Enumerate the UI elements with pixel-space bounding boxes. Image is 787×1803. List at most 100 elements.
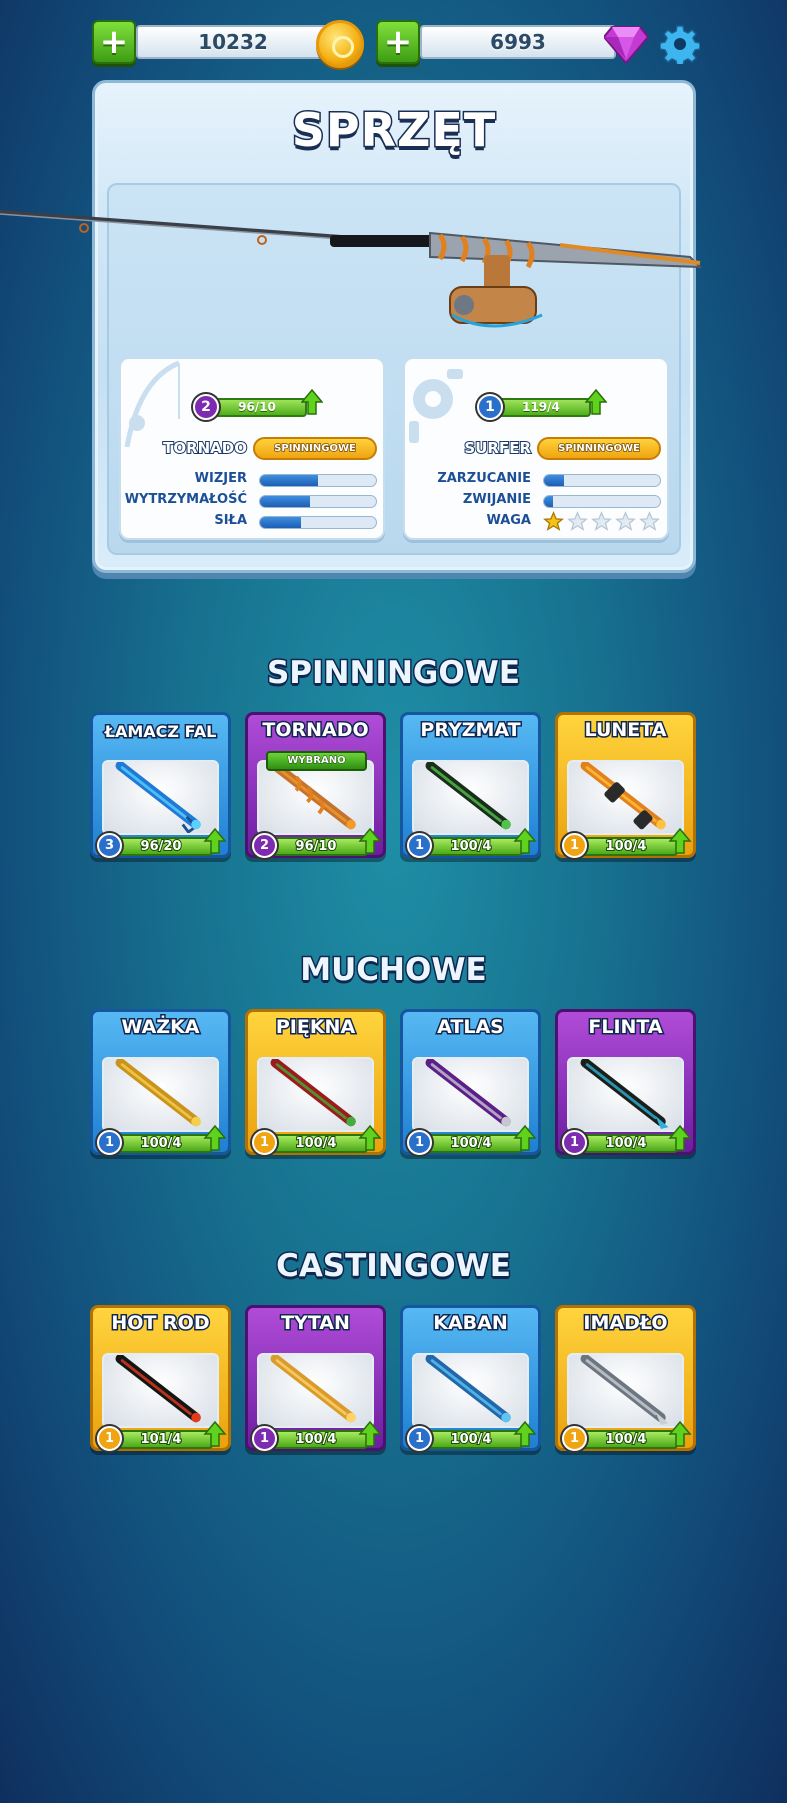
settings-gear-icon[interactable] xyxy=(660,24,700,64)
rod-card-level: 100/4 1 xyxy=(252,1125,382,1156)
rod-card-level: 101/4 1 xyxy=(97,1421,227,1452)
rod-card-level: 100/4 1 xyxy=(407,828,537,859)
rod-card-level-badge: 1 xyxy=(562,1130,587,1155)
stat-row: ZWIJANIE xyxy=(405,492,671,510)
rod-card-level: 100/4 1 xyxy=(562,828,692,859)
rod-card-progress: 100/4 xyxy=(419,1134,523,1153)
rod-card[interactable]: PIĘKNA 100/4 1 xyxy=(245,1009,386,1155)
stat-label: WYTRZYMAŁOŚĆ xyxy=(124,492,247,507)
reel-progress-bar: 119/4 xyxy=(491,398,591,417)
rod-card-name: KABAN xyxy=(432,1311,510,1336)
star-empty-icon xyxy=(591,511,612,531)
rod-card-level: 96/20 3 xyxy=(97,828,227,859)
stat-row: SIŁA xyxy=(121,513,387,531)
weight-row: WAGA xyxy=(405,511,671,532)
upgrade-arrow-icon[interactable] xyxy=(358,1125,382,1151)
rod-card-image xyxy=(412,1353,529,1428)
rod-card-name: ŁAMACZ FAL xyxy=(103,721,218,743)
upgrade-arrow-icon[interactable] xyxy=(668,1125,692,1151)
upgrade-arrow-icon[interactable] xyxy=(513,828,537,854)
upgrade-arrow-icon[interactable] xyxy=(358,828,382,854)
page-title: SPRZĘT xyxy=(290,102,497,159)
rod-card[interactable]: PRYZMAT 100/4 1 xyxy=(400,712,541,858)
reel-silhouette-icon xyxy=(409,369,463,443)
stat-fill xyxy=(544,475,564,486)
rod-card[interactable]: ATLAS 100/4 1 xyxy=(400,1009,541,1155)
rod-card-level: 100/4 1 xyxy=(407,1125,537,1156)
rod-card[interactable]: WAŻKA 100/4 1 xyxy=(90,1009,231,1155)
rod-card-name: PRYZMAT xyxy=(419,718,522,743)
stat-row: WIZJER xyxy=(121,471,387,489)
reel-name: SURFER xyxy=(463,438,532,458)
rod-card[interactable]: TYTAN 100/4 1 xyxy=(245,1305,386,1451)
rod-card-level: 100/4 1 xyxy=(252,1421,382,1452)
rod-card-progress: 100/4 xyxy=(574,1430,678,1449)
rod-card-image xyxy=(257,1057,374,1132)
rod-card-level: 100/4 1 xyxy=(562,1125,692,1156)
section-title: CASTINGOWE xyxy=(275,1247,513,1286)
rod-card-level-badge: 3 xyxy=(97,833,122,858)
rod-card-level-badge: 2 xyxy=(252,833,277,858)
rod-card[interactable]: LUNETA 100/4 1 xyxy=(555,712,696,858)
rod-card-progress: 100/4 xyxy=(264,1430,368,1449)
stat-bar xyxy=(543,495,661,508)
reel-stats-card: 119/4 1 SURFER SPINNINGOWE ZARZUCANIE ZW… xyxy=(403,357,669,540)
rod-card[interactable]: IMADŁO 100/4 1 xyxy=(555,1305,696,1451)
upgrade-arrow-icon[interactable] xyxy=(203,828,227,854)
upgrade-arrow-icon[interactable] xyxy=(668,828,692,854)
star-empty-icon xyxy=(639,511,660,531)
reel-name-row: SURFER SPINNINGOWE xyxy=(405,437,671,461)
upgrade-arrow-icon[interactable] xyxy=(203,1421,227,1447)
rod-card-name: TORNADO xyxy=(261,718,370,743)
section-title: MUCHOWE xyxy=(299,951,488,990)
rod-card-progress: 96/10 xyxy=(264,837,368,856)
rod-card[interactable]: TORNADO WYBRANO 96/10 2 xyxy=(245,712,386,858)
rod-card-progress: 100/4 xyxy=(574,1134,678,1153)
buy-coins-button[interactable]: + xyxy=(92,20,136,64)
upgrade-arrow-icon[interactable] xyxy=(301,389,323,415)
rod-card-level-badge: 1 xyxy=(252,1130,277,1155)
upgrade-arrow-icon[interactable] xyxy=(585,389,607,415)
rod-stats-card: 96/10 2 TORNADO SPINNINGOWE WIZJER WYTRZ… xyxy=(119,357,385,540)
rod-card-level-badge: 1 xyxy=(407,1130,432,1155)
stat-row: WYTRZYMAŁOŚĆ xyxy=(121,492,387,510)
rod-card-level: 96/10 2 xyxy=(252,828,382,859)
upgrade-arrow-icon[interactable] xyxy=(203,1125,227,1151)
stat-label: SIŁA xyxy=(214,513,247,528)
upgrade-arrow-icon[interactable] xyxy=(513,1421,537,1447)
buy-gems-button[interactable]: + xyxy=(376,20,420,64)
stat-fill xyxy=(544,496,554,507)
upgrade-arrow-icon[interactable] xyxy=(358,1421,382,1447)
rod-card-level-badge: 1 xyxy=(562,1426,587,1451)
rod-card[interactable]: ŁAMACZ FAL 96/20 3 xyxy=(90,712,231,858)
stat-label: ZWIJANIE xyxy=(462,492,531,507)
upgrade-arrow-icon[interactable] xyxy=(513,1125,537,1151)
rod-card-level-badge: 1 xyxy=(407,833,432,858)
stat-fill xyxy=(260,496,310,507)
rod-card-name: TYTAN xyxy=(280,1311,352,1336)
rod-card-image xyxy=(257,1353,374,1428)
rod-type-pill: SPINNINGOWE xyxy=(253,437,377,460)
rod-card-level-badge: 1 xyxy=(562,833,587,858)
rod-card-progress: 100/4 xyxy=(419,1430,523,1449)
plus-icon: + xyxy=(383,22,413,62)
rod-silhouette-icon xyxy=(124,360,180,448)
stat-fill xyxy=(260,517,301,528)
rod-card-progress: 100/4 xyxy=(574,837,678,856)
rod-card[interactable]: HOT ROD 101/4 1 xyxy=(90,1305,231,1451)
stat-label: ZARZUCANIE xyxy=(437,471,531,486)
rod-card-progress: 100/4 xyxy=(109,1134,213,1153)
currency-bar: + 10232 + 6993 xyxy=(0,20,787,68)
upgrade-arrow-icon[interactable] xyxy=(668,1421,692,1447)
rod-card-name: ATLAS xyxy=(436,1015,506,1040)
weight-stars xyxy=(543,511,660,532)
rod-progress-bar: 96/10 xyxy=(207,398,307,417)
section-title: SPINNINGOWE xyxy=(265,654,521,693)
star-filled-icon xyxy=(543,511,564,531)
gems-amount: 6993 xyxy=(420,25,616,59)
stat-bar xyxy=(259,474,377,487)
rod-card[interactable]: KABAN 100/4 1 xyxy=(400,1305,541,1451)
selected-tag: WYBRANO xyxy=(266,751,367,771)
rod-card[interactable]: FLINTA 100/4 1 xyxy=(555,1009,696,1155)
rod-card-image xyxy=(412,1057,529,1132)
